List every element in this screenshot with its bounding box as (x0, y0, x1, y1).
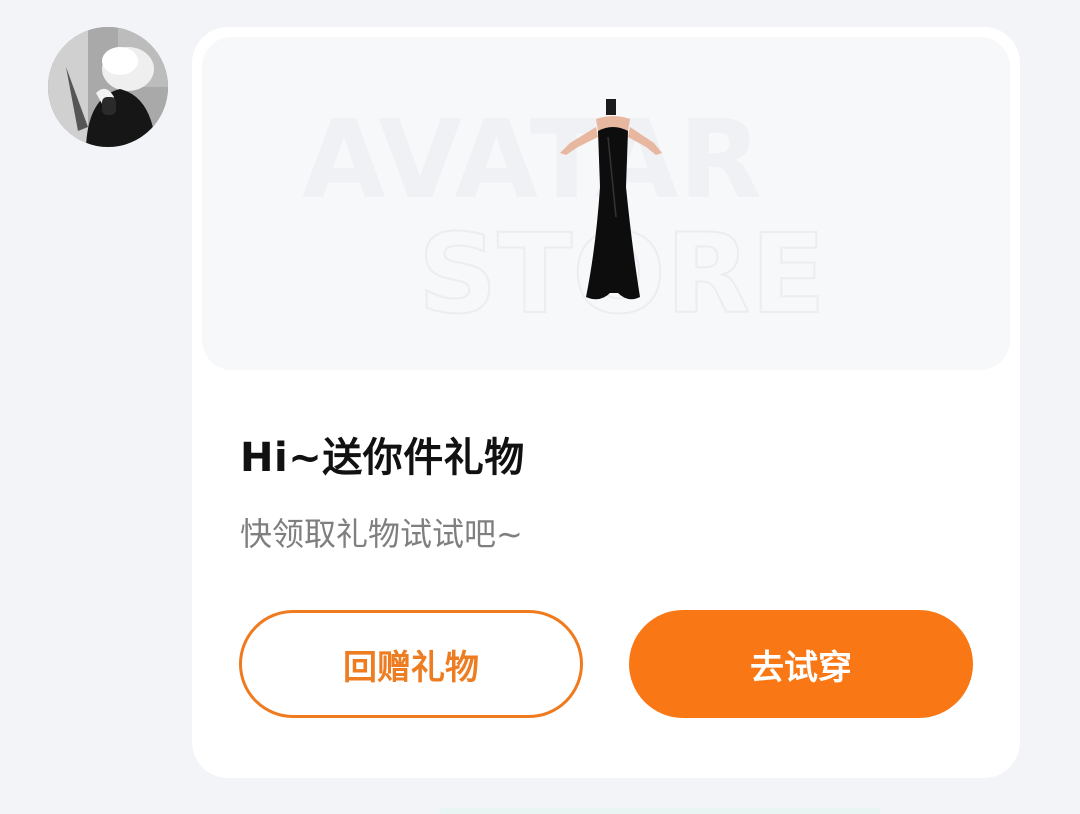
gift-banner: AVATAR STORE (202, 37, 1010, 370)
gift-subtitle: 快领取礼物试试吧~ (240, 515, 523, 553)
gift-card: AVATAR STORE Hi~送你件礼物 快领取礼物试试吧~ 回赠礼物 去试穿 (192, 27, 1020, 778)
return-gift-label: 回赠礼物 (343, 647, 479, 688)
return-gift-button[interactable]: 回赠礼物 (239, 610, 583, 718)
try-on-label: 去试穿 (750, 647, 852, 688)
user-avatar-photo (48, 27, 168, 147)
watermark-line1: AVATAR (302, 98, 762, 223)
gift-title: Hi~送你件礼物 (240, 435, 525, 481)
try-on-button[interactable]: 去试穿 (629, 610, 973, 718)
sender-avatar[interactable] (48, 27, 168, 147)
black-dress-icon (560, 99, 662, 300)
next-message-edge (440, 808, 880, 814)
